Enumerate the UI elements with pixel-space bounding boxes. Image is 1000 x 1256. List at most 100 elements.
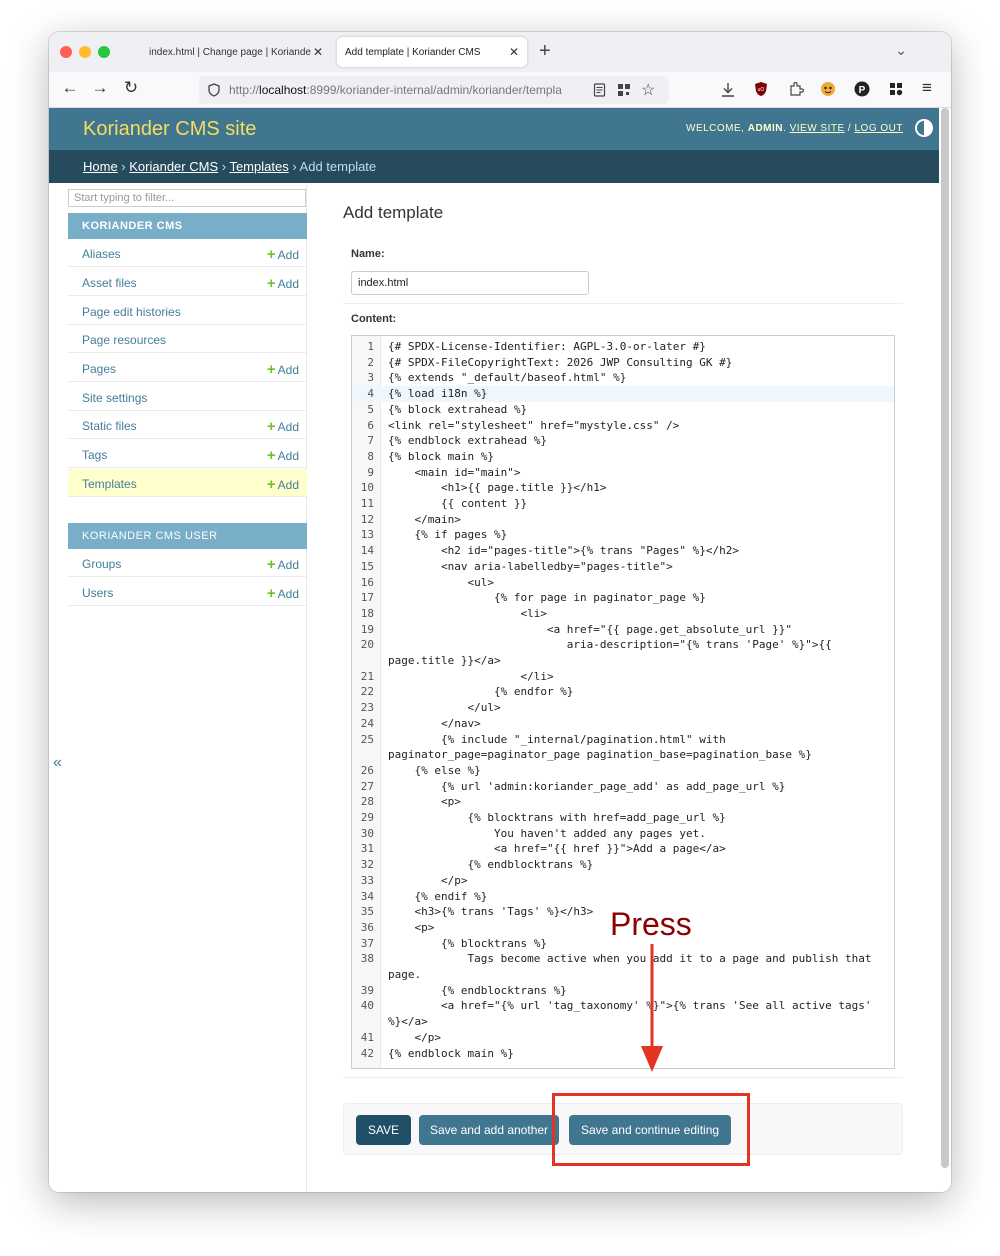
bookmark-star-icon[interactable]: ☆ <box>641 80 655 100</box>
reload-icon[interactable]: ↻ <box>120 78 142 98</box>
breadcrumb-model[interactable]: Templates <box>229 159 288 174</box>
view-site-link[interactable]: VIEW SITE <box>790 123 845 134</box>
reader-view-icon[interactable] <box>593 83 606 97</box>
code-line[interactable]: 24 </nav> <box>352 716 894 732</box>
add-link[interactable]: + Add <box>267 447 299 464</box>
nav-filter-input[interactable]: Start typing to filter... <box>68 189 306 207</box>
code-line[interactable]: 29 {% blocktrans with href=add_page_url … <box>352 810 894 826</box>
ublock-shield-icon[interactable]: uO <box>754 81 768 97</box>
sidebar-item-label[interactable]: Page edit histories <box>82 305 181 319</box>
sidebar-item-label[interactable]: Static files <box>82 419 137 433</box>
code-line[interactable]: 10 <h1>{{ page.title }}</h1> <box>352 480 894 496</box>
add-link[interactable]: + Add <box>267 418 299 435</box>
save-and-add-another-button[interactable]: Save and add another <box>419 1115 559 1145</box>
code-line[interactable]: 38 Tags become active when you add it to… <box>352 951 894 967</box>
forward-arrow-icon[interactable]: → <box>89 78 111 98</box>
tab-add-template[interactable]: Add template | Koriander CMS ✕ <box>337 37 527 67</box>
sidebar-item-users[interactable]: Users + Add <box>68 578 307 606</box>
sidebar-item-groups[interactable]: Groups + Add <box>68 549 307 577</box>
qr-code-icon[interactable] <box>617 83 631 97</box>
sidebar-collapse-toggle[interactable]: « <box>53 754 62 772</box>
code-line[interactable]: 16 <ul> <box>352 575 894 591</box>
code-line[interactable]: 30 You haven't added any pages yet. <box>352 826 894 842</box>
sidebar-item-label[interactable]: Users <box>82 586 113 600</box>
code-line[interactable]: 1 {# SPDX-License-Identifier: AGPL-3.0-or… <box>352 339 894 355</box>
code-line[interactable]: 5 {% block extrahead %} <box>352 402 894 418</box>
sidebar-item-tags[interactable]: Tags + Add <box>68 440 307 468</box>
close-icon[interactable]: ✕ <box>509 45 519 59</box>
tab-change-page[interactable]: index.html | Change page | Koriander CMS… <box>141 38 331 66</box>
site-branding[interactable]: Koriander CMS site <box>83 118 256 141</box>
code-line[interactable]: paginator_page=paginator_page pagination… <box>352 747 894 763</box>
code-line[interactable]: 13 {% if pages %} <box>352 527 894 543</box>
add-link[interactable]: + Add <box>267 476 299 493</box>
download-icon[interactable] <box>721 82 735 98</box>
breadcrumb-app[interactable]: Koriander CMS <box>129 159 218 174</box>
code-line[interactable]: 28 <p> <box>352 794 894 810</box>
code-line[interactable]: page.title }}</a> <box>352 653 894 669</box>
name-field[interactable]: index.html <box>351 271 589 295</box>
breadcrumb-home[interactable]: Home <box>83 159 118 174</box>
code-line[interactable]: 31 <a href="{{ href }}">Add a page</a> <box>352 841 894 857</box>
code-line[interactable]: 17 {% for page in paginator_page %} <box>352 590 894 606</box>
add-link[interactable]: + Add <box>267 556 299 573</box>
hamburger-menu-icon[interactable]: ≡ <box>922 78 932 98</box>
sidebar-item-label[interactable]: Asset files <box>82 276 137 290</box>
sidebar-item-asset-files[interactable]: Asset files + Add <box>68 268 307 296</box>
sidebar-item-label[interactable]: Aliases <box>82 247 121 261</box>
code-line[interactable]: 33 </p> <box>352 873 894 889</box>
code-line[interactable]: 39 {% endblocktrans %} <box>352 983 894 999</box>
back-arrow-icon[interactable]: ← <box>59 78 81 98</box>
code-line[interactable]: 8 {% block main %} <box>352 449 894 465</box>
sidebar-item-site-settings[interactable]: Site settings <box>68 383 307 411</box>
code-line[interactable]: %}</a> <box>352 1014 894 1030</box>
code-line[interactable]: 40 <a href="{% url 'tag_taxonomy' %}">{%… <box>352 998 894 1014</box>
code-line[interactable]: 22 {% endfor %} <box>352 684 894 700</box>
code-line[interactable]: 41 </p> <box>352 1030 894 1046</box>
extensions-puzzle-icon[interactable] <box>788 81 804 97</box>
code-line[interactable]: 32 {% endblocktrans %} <box>352 857 894 873</box>
extension-p-icon[interactable]: P <box>854 81 870 97</box>
add-link[interactable]: + Add <box>267 361 299 378</box>
sidebar-item-label[interactable]: Pages <box>82 362 116 376</box>
code-line[interactable]: 4 {% load i18n %} <box>352 386 894 402</box>
code-line[interactable]: 7 {% endblock extrahead %} <box>352 433 894 449</box>
save-button[interactable]: SAVE <box>356 1115 411 1145</box>
sidebar-item-pages[interactable]: Pages + Add <box>68 354 307 382</box>
code-line[interactable]: 6 <link rel="stylesheet" href="mystyle.cs… <box>352 418 894 434</box>
code-line[interactable]: 23 </ul> <box>352 700 894 716</box>
add-link[interactable]: + Add <box>267 275 299 292</box>
theme-toggle-icon[interactable] <box>915 119 933 137</box>
code-line[interactable]: 19 <a href="{{ page.get_absolute_url }}" <box>352 622 894 638</box>
sidebar-item-label[interactable]: Tags <box>82 448 107 462</box>
sidebar-item-page-resources[interactable]: Page resources <box>68 325 307 353</box>
new-tab-plus-icon[interactable]: + <box>539 40 551 63</box>
chevron-down-icon[interactable]: ⌄ <box>895 42 907 59</box>
minimize-window-button[interactable] <box>79 46 91 58</box>
code-line[interactable]: 42 {% endblock main %} <box>352 1046 894 1062</box>
code-line[interactable]: 11 {{ content }} <box>352 496 894 512</box>
extension-grid-icon[interactable] <box>889 82 903 96</box>
code-line[interactable]: 26 {% else %} <box>352 763 894 779</box>
module-header-koriander-cms-user[interactable]: KORIANDER CMS USER <box>68 523 307 549</box>
code-line[interactable]: 34 {% endif %} <box>352 889 894 905</box>
extension-face-icon[interactable] <box>820 81 836 97</box>
close-icon[interactable]: ✕ <box>313 45 323 59</box>
code-line[interactable]: 21 </li> <box>352 669 894 685</box>
add-link[interactable]: + Add <box>267 585 299 602</box>
sidebar-item-templates[interactable]: Templates + Add <box>68 469 307 497</box>
code-line[interactable]: 20 aria-description="{% trans 'Page' %}"… <box>352 637 894 653</box>
code-line[interactable]: 3 {% extends "_default/baseof.html" %} <box>352 370 894 386</box>
code-line[interactable]: 18 <li> <box>352 606 894 622</box>
zoom-window-button[interactable] <box>98 46 110 58</box>
code-line[interactable]: 9 <main id="main"> <box>352 465 894 481</box>
code-line[interactable]: 12 </main> <box>352 512 894 528</box>
sidebar-item-label[interactable]: Groups <box>82 557 121 571</box>
code-line[interactable]: 15 <nav aria-labelledby="pages-title"> <box>352 559 894 575</box>
code-line[interactable]: 2 {# SPDX-FileCopyrightText: 2026 JWP Con… <box>352 355 894 371</box>
sidebar-item-page-edit-histories[interactable]: Page edit histories <box>68 297 307 325</box>
page-scrollbar[interactable] <box>941 108 949 1168</box>
module-header-koriander-cms[interactable]: KORIANDER CMS <box>68 213 307 239</box>
sidebar-item-label[interactable]: Site settings <box>82 391 147 405</box>
sidebar-item-label[interactable]: Page resources <box>82 333 166 347</box>
